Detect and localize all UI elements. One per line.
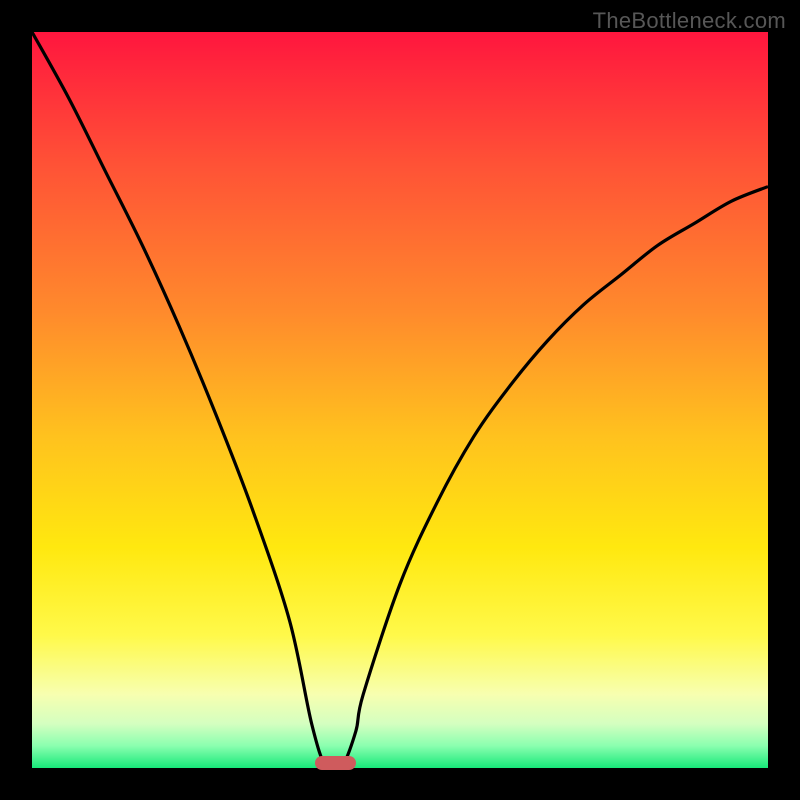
watermark-text: TheBottleneck.com (593, 8, 786, 34)
bottleneck-curve (32, 32, 768, 768)
optimum-marker (315, 756, 355, 770)
chart-frame: TheBottleneck.com (0, 0, 800, 800)
